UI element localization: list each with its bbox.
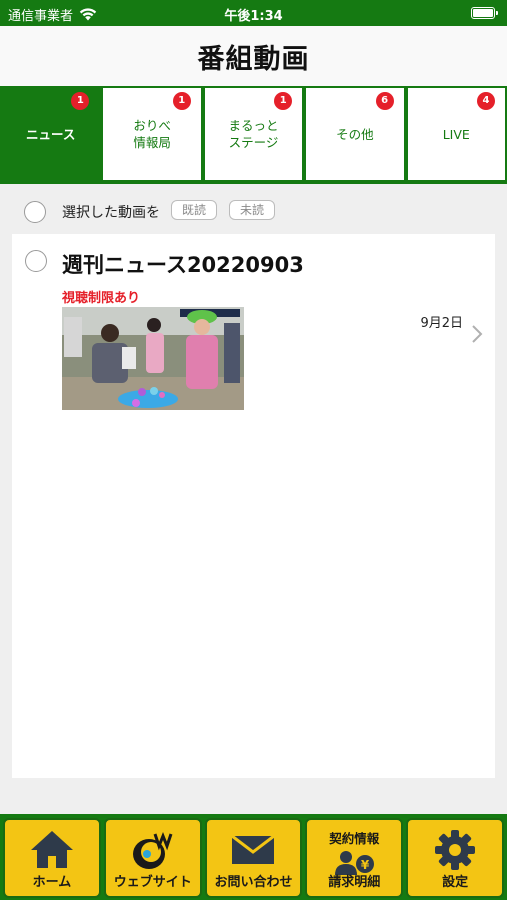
page-title: 番組動画: [197, 44, 310, 75]
tab-oribe-badge: 1: [172, 92, 191, 110]
select-label: 選択した動画を: [62, 205, 160, 221]
video-select-radio[interactable]: [25, 250, 47, 272]
nav-bar: 番組動画: [0, 26, 507, 86]
tab-stage[interactable]: まるっと ステージ 1: [202, 86, 305, 182]
tab-stage-badge: 1: [274, 92, 293, 110]
video-thumbnail[interactable]: [62, 307, 244, 410]
website-tab-label: ウェブサイト: [113, 875, 192, 890]
tab-news[interactable]: ニュース 1: [0, 86, 102, 182]
tab-live-label: LIVE: [442, 126, 470, 142]
battery-icon: [471, 7, 498, 19]
tab-news-label: ニュース: [26, 126, 76, 142]
billing-tab-label: 請求明細: [328, 875, 381, 890]
mail-icon: [231, 834, 276, 864]
tab-oribe-label-line2: 情報局: [133, 135, 171, 150]
home-tab-label: ホーム: [32, 875, 72, 890]
settings-tab[interactable]: 設定: [406, 818, 504, 898]
mark-read-button[interactable]: 既読: [171, 200, 218, 220]
select-all-radio[interactable]: [24, 201, 46, 223]
website-tab[interactable]: ウェブサイト: [103, 818, 202, 898]
contact-tab[interactable]: お問い合わせ: [204, 818, 303, 898]
tab-news-badge: 1: [71, 92, 90, 110]
mark-unread-button[interactable]: 未読: [229, 200, 276, 220]
tab-oribe[interactable]: おりべ 情報局 1: [101, 86, 203, 182]
status-time: 午後1:34: [224, 9, 283, 24]
bottom-tab-bar: ホーム ウェブサイト お問い合わせ 契約情報 ¥ 請求明細 設定: [0, 814, 507, 900]
settings-tab-label: 設定: [442, 875, 469, 890]
tab-oribe-label-line1: おりべ: [133, 118, 171, 133]
tab-other-label: その他: [336, 126, 374, 142]
tab-stage-label-line1: まるっと: [228, 118, 279, 133]
contract-tab[interactable]: 契約情報 ¥ 請求明細: [305, 818, 404, 898]
home-tab[interactable]: ホーム: [3, 818, 101, 898]
video-date: 9月2日: [420, 316, 463, 331]
home-icon: [30, 831, 73, 868]
svg-text:¥: ¥: [361, 858, 370, 872]
tab-live[interactable]: LIVE 4: [405, 86, 507, 182]
video-list: 週刊ニュース20220903 視聴制限あり 9月2日: [12, 234, 495, 778]
tab-stage-label-line2: ステージ: [228, 135, 279, 150]
category-tabs: ニュース 1 おりべ 情報局 1 まるっと ステージ 1 その他 6 LIVE …: [0, 86, 507, 184]
restriction-label: 視聴制限あり: [62, 291, 141, 306]
thumbnail-image: [62, 307, 244, 410]
chevron-right-icon[interactable]: [471, 324, 483, 344]
status-bar: 通信事業者 午後1:34: [0, 0, 507, 26]
tab-live-badge: 4: [476, 92, 495, 110]
contact-tab-label: お問い合わせ: [214, 875, 293, 890]
tab-oribe-label: おりべ 情報局: [133, 117, 171, 151]
bulk-action-row: 選択した動画を 既読 未読: [0, 196, 507, 226]
tab-other-badge: 6: [375, 92, 394, 110]
video-title[interactable]: 週刊ニュース20220903: [62, 249, 304, 279]
gear-icon: [435, 830, 476, 870]
contract-tab-label: 契約情報: [329, 831, 380, 846]
tab-other[interactable]: その他 6: [304, 86, 406, 182]
tab-stage-label: まるっと ステージ: [228, 117, 278, 151]
website-logo-icon: [132, 831, 173, 869]
